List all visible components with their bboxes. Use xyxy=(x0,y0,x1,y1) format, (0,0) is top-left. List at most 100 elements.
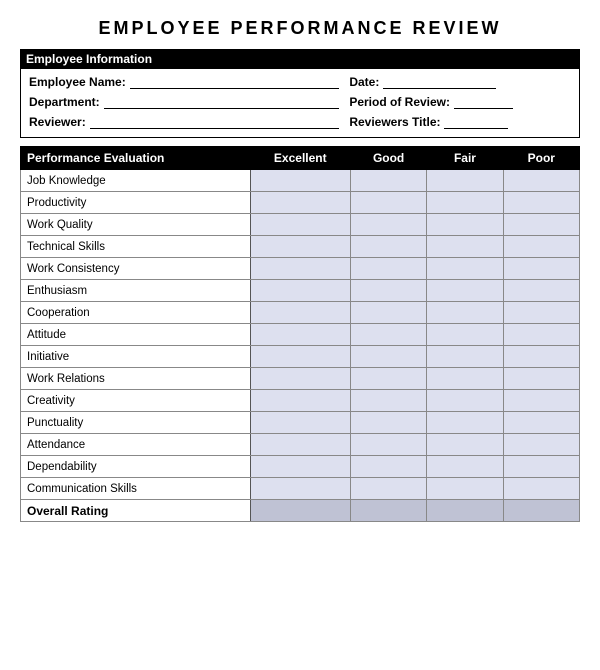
department-field[interactable] xyxy=(104,95,340,109)
rating-cell[interactable] xyxy=(503,214,579,236)
table-row: Dependability xyxy=(21,456,580,478)
rating-cell[interactable] xyxy=(350,258,426,280)
overall-rating-cell[interactable] xyxy=(350,500,426,522)
rating-cell[interactable] xyxy=(503,192,579,214)
rating-cell[interactable] xyxy=(427,478,503,500)
period-field[interactable] xyxy=(454,95,512,109)
rating-cell[interactable] xyxy=(350,412,426,434)
row-label: Job Knowledge xyxy=(21,170,251,192)
col-header-excellent: Excellent xyxy=(250,147,350,170)
rating-cell[interactable] xyxy=(427,434,503,456)
rating-cell[interactable] xyxy=(503,280,579,302)
rating-cell[interactable] xyxy=(350,368,426,390)
col-header-evaluation: Performance Evaluation xyxy=(21,147,251,170)
rating-cell[interactable] xyxy=(503,170,579,192)
rating-cell[interactable] xyxy=(427,456,503,478)
col-header-fair: Fair xyxy=(427,147,503,170)
overall-rating-cell[interactable] xyxy=(250,500,350,522)
row-label: Attendance xyxy=(21,434,251,456)
rating-cell[interactable] xyxy=(503,346,579,368)
rating-cell[interactable] xyxy=(350,324,426,346)
rating-cell[interactable] xyxy=(250,478,350,500)
page-title: EMPLOYEE PERFORMANCE REVIEW xyxy=(20,18,580,39)
table-row: Work Consistency xyxy=(21,258,580,280)
col-header-good: Good xyxy=(350,147,426,170)
rating-cell[interactable] xyxy=(250,192,350,214)
table-row: Punctuality xyxy=(21,412,580,434)
rating-cell[interactable] xyxy=(250,236,350,258)
employee-name-label: Employee Name: xyxy=(29,75,126,89)
rating-cell[interactable] xyxy=(503,478,579,500)
rating-cell[interactable] xyxy=(250,258,350,280)
rating-cell[interactable] xyxy=(427,192,503,214)
rating-cell[interactable] xyxy=(350,390,426,412)
rating-cell[interactable] xyxy=(427,258,503,280)
employee-name-field[interactable] xyxy=(130,75,340,89)
employee-info-header: Employee Information xyxy=(20,49,580,69)
rating-cell[interactable] xyxy=(503,302,579,324)
row-label: Punctuality xyxy=(21,412,251,434)
rating-cell[interactable] xyxy=(503,456,579,478)
rating-cell[interactable] xyxy=(503,434,579,456)
overall-rating-label: Overall Rating xyxy=(21,500,251,522)
rating-cell[interactable] xyxy=(250,280,350,302)
reviewers-title-field[interactable] xyxy=(444,115,507,129)
table-row: Enthusiasm xyxy=(21,280,580,302)
overall-rating-cell[interactable] xyxy=(427,500,503,522)
rating-cell[interactable] xyxy=(350,478,426,500)
table-row: Communication Skills xyxy=(21,478,580,500)
rating-cell[interactable] xyxy=(250,368,350,390)
rating-cell[interactable] xyxy=(350,280,426,302)
table-row: Attendance xyxy=(21,434,580,456)
reviewer-field[interactable] xyxy=(90,115,340,129)
rating-cell[interactable] xyxy=(350,456,426,478)
rating-cell[interactable] xyxy=(250,214,350,236)
rating-cell[interactable] xyxy=(250,302,350,324)
rating-cell[interactable] xyxy=(250,324,350,346)
rating-cell[interactable] xyxy=(250,434,350,456)
rating-cell[interactable] xyxy=(350,214,426,236)
rating-cell[interactable] xyxy=(427,346,503,368)
rating-cell[interactable] xyxy=(350,434,426,456)
rating-cell[interactable] xyxy=(250,412,350,434)
rating-cell[interactable] xyxy=(503,412,579,434)
rating-cell[interactable] xyxy=(350,236,426,258)
overall-rating-row: Overall Rating xyxy=(21,500,580,522)
rating-cell[interactable] xyxy=(427,214,503,236)
rating-cell[interactable] xyxy=(427,302,503,324)
row-label: Attitude xyxy=(21,324,251,346)
rating-cell[interactable] xyxy=(250,456,350,478)
table-row: Cooperation xyxy=(21,302,580,324)
table-row: Initiative xyxy=(21,346,580,368)
rating-cell[interactable] xyxy=(427,390,503,412)
row-label: Work Relations xyxy=(21,368,251,390)
rating-cell[interactable] xyxy=(250,170,350,192)
rating-cell[interactable] xyxy=(350,170,426,192)
overall-rating-cell[interactable] xyxy=(503,500,579,522)
rating-cell[interactable] xyxy=(250,390,350,412)
rating-cell[interactable] xyxy=(503,324,579,346)
rating-cell[interactable] xyxy=(350,346,426,368)
row-label: Technical Skills xyxy=(21,236,251,258)
row-label: Work Consistency xyxy=(21,258,251,280)
rating-cell[interactable] xyxy=(503,390,579,412)
rating-cell[interactable] xyxy=(250,346,350,368)
rating-cell[interactable] xyxy=(427,412,503,434)
rating-cell[interactable] xyxy=(427,368,503,390)
period-label: Period of Review: xyxy=(349,95,450,109)
row-label: Cooperation xyxy=(21,302,251,324)
row-label: Communication Skills xyxy=(21,478,251,500)
date-field[interactable] xyxy=(383,75,496,89)
rating-cell[interactable] xyxy=(427,280,503,302)
table-row: Job Knowledge xyxy=(21,170,580,192)
rating-cell[interactable] xyxy=(427,170,503,192)
rating-cell[interactable] xyxy=(503,368,579,390)
department-label: Department: xyxy=(29,95,100,109)
rating-cell[interactable] xyxy=(427,324,503,346)
rating-cell[interactable] xyxy=(427,236,503,258)
rating-cell[interactable] xyxy=(350,192,426,214)
row-label: Enthusiasm xyxy=(21,280,251,302)
rating-cell[interactable] xyxy=(350,302,426,324)
rating-cell[interactable] xyxy=(503,236,579,258)
rating-cell[interactable] xyxy=(503,258,579,280)
